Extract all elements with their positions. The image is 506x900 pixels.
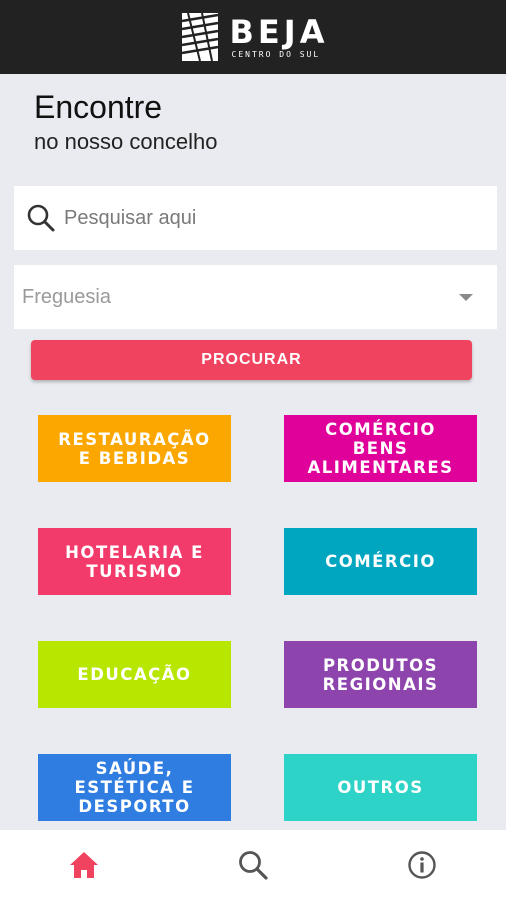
page-subtitle: no nosso concelho bbox=[34, 129, 218, 154]
brand-logo: BEJA CENTRO DO SUL bbox=[178, 11, 329, 63]
search-field[interactable] bbox=[14, 186, 497, 250]
search-icon bbox=[27, 204, 55, 232]
app-header: BEJA CENTRO DO SUL bbox=[0, 0, 506, 74]
category-saude[interactable]: SAÚDE, ESTÉTICA E DESPORTO bbox=[38, 754, 231, 821]
nav-home[interactable] bbox=[54, 835, 114, 895]
search-input[interactable] bbox=[64, 206, 497, 230]
nav-info[interactable] bbox=[392, 835, 452, 895]
parish-select-value: Freguesia bbox=[22, 285, 111, 308]
home-icon bbox=[70, 852, 99, 878]
nav-search[interactable] bbox=[223, 835, 283, 895]
info-icon bbox=[407, 851, 436, 879]
page-heading: Encontre no nosso concelho bbox=[34, 88, 217, 156]
search-icon bbox=[239, 851, 268, 880]
brand-subtitle: CENTRO DO SUL bbox=[231, 50, 321, 59]
category-educacao[interactable]: EDUCAÇÃO bbox=[38, 641, 231, 708]
category-restauracao[interactable]: RESTAURAÇÃO E BEBIDAS bbox=[38, 415, 231, 482]
beja-logo-icon bbox=[181, 12, 218, 62]
parish-select[interactable]: Freguesia bbox=[14, 265, 497, 329]
category-outros[interactable]: OUTROS bbox=[284, 754, 477, 821]
category-produtos-regionais[interactable]: PRODUTOS REGIONAIS bbox=[284, 641, 477, 708]
category-comercio[interactable]: COMÉRCIO bbox=[284, 528, 477, 595]
category-hotelaria[interactable]: HOTELARIA E TURISMO bbox=[38, 528, 231, 595]
bottom-navigation bbox=[0, 830, 506, 900]
page-title: Encontre bbox=[34, 89, 163, 125]
category-comercio-alimentar[interactable]: COMÉRCIO BENS ALIMENTARES bbox=[284, 415, 477, 482]
brand-title: BEJA bbox=[229, 13, 329, 51]
search-button[interactable]: PROCURAR bbox=[31, 340, 472, 380]
chevron-down-icon bbox=[459, 293, 473, 301]
